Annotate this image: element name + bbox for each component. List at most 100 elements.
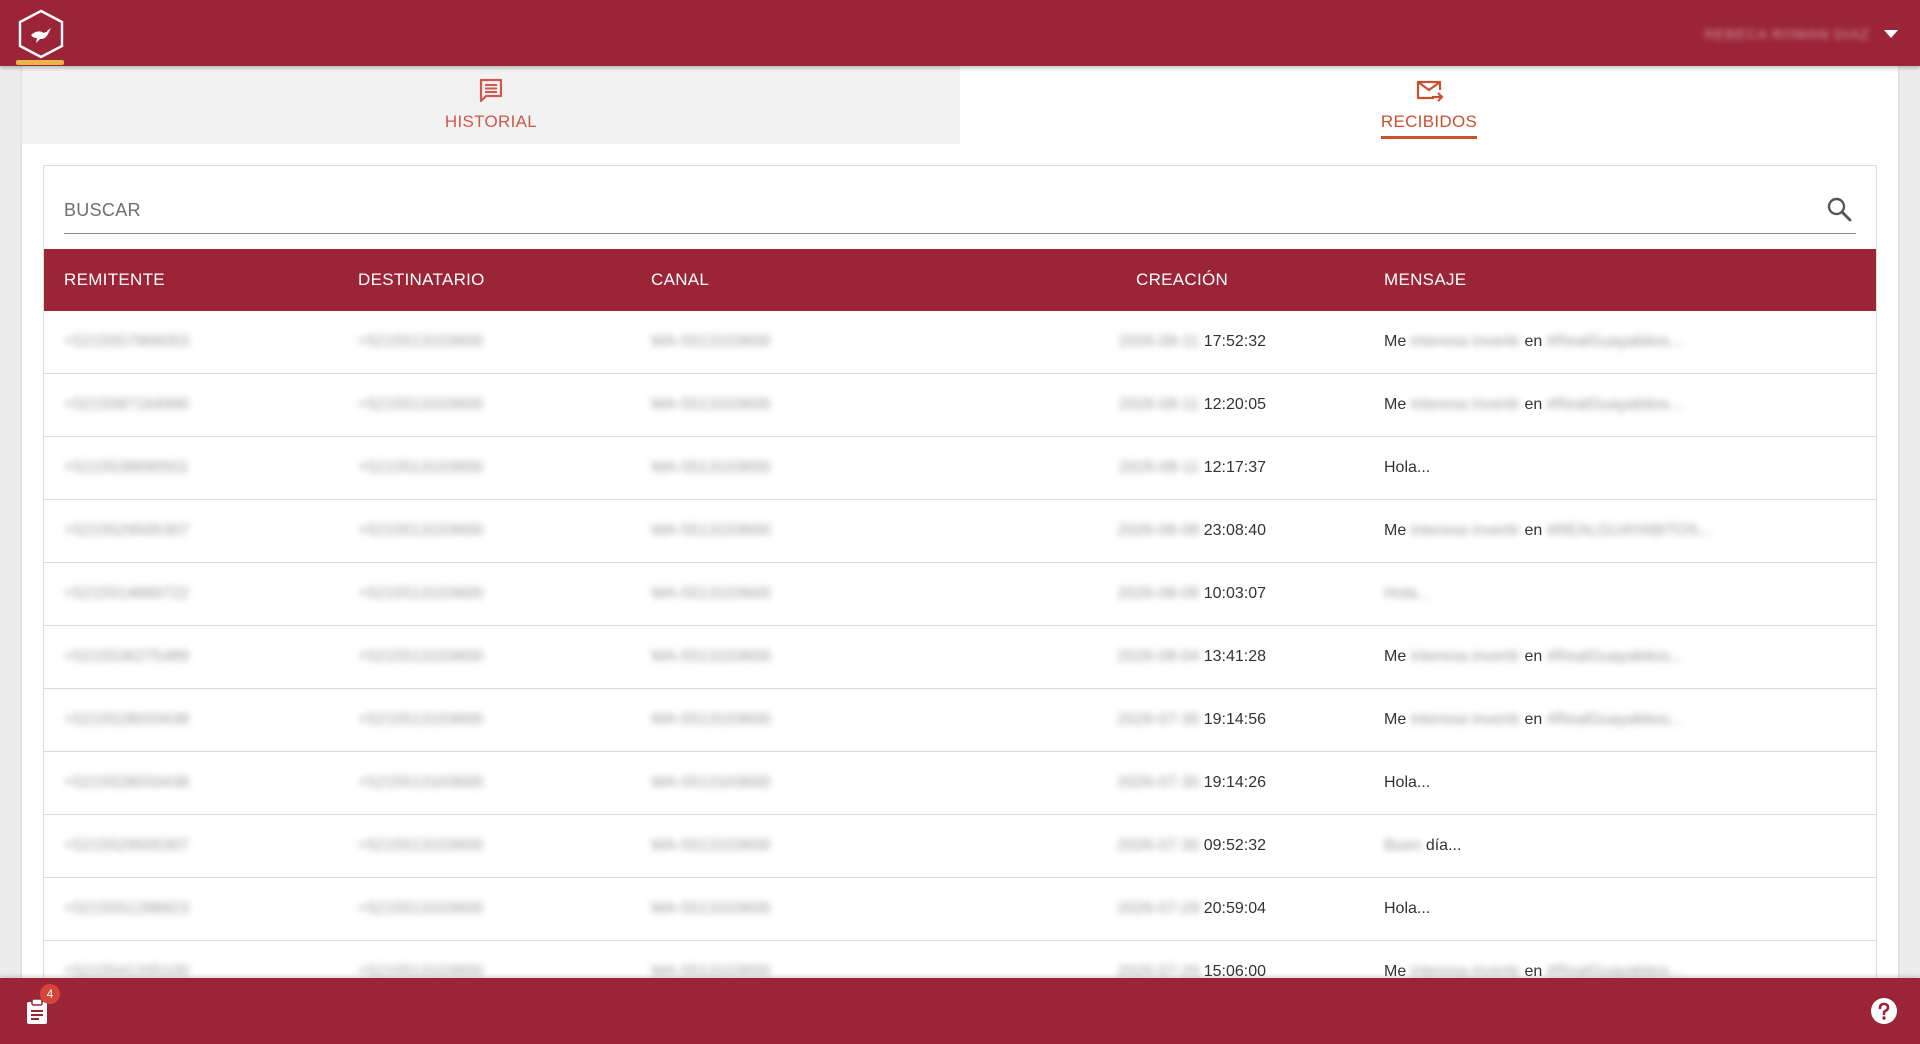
mensaje-part: en bbox=[1524, 711, 1543, 728]
mensaje-part: en bbox=[1524, 333, 1543, 350]
column-header-mensaje[interactable]: MENSAJE bbox=[1384, 249, 1466, 311]
cell-canal: WA-5513103600 bbox=[651, 963, 771, 978]
mensaje-part: Me bbox=[1384, 711, 1407, 728]
mensaje-part: interesa invertir bbox=[1410, 711, 1521, 728]
cell-canal: WA-5513103600 bbox=[651, 585, 771, 602]
cell-canal: WA-5513103600 bbox=[651, 774, 771, 791]
column-header-creacion[interactable]: CREACIÓN bbox=[1136, 249, 1228, 311]
cell-creacion-date: 2026-08-08 bbox=[1117, 522, 1200, 539]
mensaje-part: Hola... bbox=[1384, 900, 1431, 917]
cell-creacion-date: 2026-07-30 bbox=[1117, 774, 1200, 791]
table-row[interactable]: +5215557966053 +5215513103600 WA-551310360… bbox=[44, 311, 1876, 374]
cell-remitente: +5215536275489 bbox=[64, 648, 190, 665]
cell-mensaje: Me interesa invertir en #RealGuayabitos.… bbox=[1384, 374, 1683, 436]
cell-creacion-date: 2026-08-11 bbox=[1118, 396, 1200, 413]
cell-destinatario: +5215513103600 bbox=[358, 396, 484, 413]
cell-mensaje: Me interesa invertir en #REALGUAYABITOS.… bbox=[1384, 500, 1712, 562]
cell-creacion: 2026-07-30 19:14:56 bbox=[1096, 689, 1266, 751]
user-name[interactable]: REBECA ROMAN DIAZ bbox=[1704, 26, 1870, 42]
cell-creacion: 2026-08-06 10:03:07 bbox=[1096, 563, 1266, 625]
tab-recibidos[interactable]: RECIBIDOS bbox=[960, 66, 1898, 144]
cell-remitente: +5215528033438 bbox=[64, 711, 190, 728]
table-row[interactable]: +5215528033438 +5215513103600 WA-551310360… bbox=[44, 689, 1876, 752]
tab-historial[interactable]: HISTORIAL bbox=[22, 66, 960, 144]
cell-destinatario: +5215513103600 bbox=[358, 711, 484, 728]
column-header-canal[interactable]: CANAL bbox=[651, 249, 709, 311]
cell-destinatario: +5215513103600 bbox=[358, 774, 484, 791]
cell-creacion-date: 2026-08-11 bbox=[1118, 333, 1200, 350]
cell-creacion-time: 12:20:05 bbox=[1203, 396, 1266, 413]
cell-creacion-date: 2026-07-29 bbox=[1117, 900, 1200, 917]
cell-remitente: +5215587164990 bbox=[64, 396, 190, 413]
table-row[interactable]: +5215514889722 +5215513103600 WA-551310360… bbox=[44, 563, 1876, 626]
table-row[interactable]: +5215536275489 +5215513103600 WA-551310360… bbox=[44, 626, 1876, 689]
mensaje-part: en bbox=[1524, 522, 1543, 539]
cell-canal: WA-5513103600 bbox=[651, 459, 771, 476]
mensaje-part: Hola... bbox=[1384, 585, 1431, 602]
mensaje-part: Me bbox=[1384, 333, 1407, 350]
cell-creacion-time: 13:41:28 bbox=[1203, 648, 1266, 665]
cell-mensaje: Me interesa invertir en #RealGuayabitos.… bbox=[1384, 626, 1683, 688]
table-row[interactable]: +5215551288823 +5215513103600 WA-551310360… bbox=[44, 878, 1876, 941]
cell-creacion: 2026-08-11 12:20:05 bbox=[1096, 374, 1266, 436]
cell-destinatario: +5215513103600 bbox=[358, 900, 484, 917]
cell-destinatario: +5215513103600 bbox=[358, 333, 484, 350]
cell-canal: WA-5513103600 bbox=[651, 711, 771, 728]
table-row[interactable]: +5215529505307 +5215513103600 WA-551310360… bbox=[44, 500, 1876, 563]
cell-creacion-time: 19:14:26 bbox=[1203, 774, 1266, 791]
cell-mensaje: Me interesa invertir en #RealGuayabitos.… bbox=[1384, 941, 1683, 978]
cell-destinatario: +5215513103600 bbox=[358, 522, 484, 539]
mensaje-part: interesa invertir bbox=[1410, 396, 1521, 413]
search-icon[interactable] bbox=[1826, 196, 1852, 222]
cell-creacion-date: 2026-07-29 bbox=[1117, 963, 1200, 978]
cell-canal: WA-5513103600 bbox=[651, 522, 771, 539]
cell-creacion: 2026-08-04 13:41:28 bbox=[1096, 626, 1266, 688]
notification-badge: 4 bbox=[40, 984, 60, 1004]
cell-creacion-date: 2026-08-11 bbox=[1118, 459, 1200, 476]
caret-down-icon[interactable] bbox=[1884, 30, 1898, 38]
tab-label: RECIBIDOS bbox=[1380, 112, 1478, 139]
search-input[interactable] bbox=[64, 188, 1856, 232]
cell-creacion-date: 2026-07-30 bbox=[1117, 711, 1200, 728]
tab-bar: HISTORIAL RECIBIDOS bbox=[22, 66, 1898, 144]
cell-creacion: 2026-07-30 09:52:32 bbox=[1096, 815, 1266, 877]
column-header-destinatario[interactable]: DESTINATARIO bbox=[358, 249, 485, 311]
cell-creacion-time: 10:03:07 bbox=[1203, 585, 1266, 602]
cell-remitente: +5215551288823 bbox=[64, 900, 190, 917]
table-body: +5215557966053 +5215513103600 WA-551310360… bbox=[44, 311, 1876, 978]
mensaje-part: Me bbox=[1384, 396, 1407, 413]
mensaje-part: interesa invertir bbox=[1410, 333, 1521, 350]
mensaje-part: Me bbox=[1384, 522, 1407, 539]
table-row[interactable]: +5215538690501 +5215513103600 WA-551310360… bbox=[44, 437, 1876, 500]
column-header-remitente[interactable]: REMITENTE bbox=[64, 249, 165, 311]
mail-forward-icon bbox=[1416, 80, 1444, 102]
app-logo-icon[interactable] bbox=[16, 6, 66, 61]
table-row[interactable]: +5215587164990 +5215513103600 WA-551310360… bbox=[44, 374, 1876, 437]
cell-canal: WA-5513103600 bbox=[651, 837, 771, 854]
cell-mensaje: Hola... bbox=[1384, 878, 1430, 940]
cell-creacion: 2026-08-11 17:52:32 bbox=[1096, 311, 1266, 373]
cell-destinatario: +5215513103600 bbox=[358, 585, 484, 602]
cell-creacion-date: 2026-08-06 bbox=[1117, 585, 1200, 602]
table-row[interactable]: +5215529505307 +5215513103600 WA-551310360… bbox=[44, 815, 1876, 878]
active-home-indicator bbox=[16, 60, 64, 65]
cell-destinatario: +5215513103600 bbox=[358, 648, 484, 665]
cell-creacion: 2026-07-30 19:14:26 bbox=[1096, 752, 1266, 814]
mensaje-part: Me bbox=[1384, 648, 1407, 665]
mensaje-part: en bbox=[1524, 648, 1543, 665]
cell-remitente: +5215557966053 bbox=[64, 333, 190, 350]
cell-creacion-time: 09:52:32 bbox=[1203, 837, 1266, 854]
table-row[interactable]: +5215528033438 +5215513103600 WA-551310360… bbox=[44, 752, 1876, 815]
table-row[interactable]: +5215541335100 +5215513103600 WA-551310360… bbox=[44, 941, 1876, 978]
cell-remitente: +5215529505307 bbox=[64, 522, 190, 539]
cell-creacion: 2026-07-29 20:59:04 bbox=[1096, 878, 1266, 940]
mensaje-part: en bbox=[1524, 963, 1543, 978]
cell-destinatario: +5215513103600 bbox=[358, 837, 484, 854]
mensaje-part: Me bbox=[1384, 963, 1407, 978]
mensaje-part: Hola... bbox=[1384, 774, 1431, 791]
help-icon[interactable] bbox=[1870, 997, 1898, 1025]
user-menu[interactable]: REBECA ROMAN DIAZ bbox=[1704, 24, 1898, 44]
mensaje-part: interesa invertir bbox=[1410, 648, 1521, 665]
mensaje-part: día... bbox=[1425, 837, 1462, 854]
cell-mensaje: Hola... bbox=[1384, 563, 1430, 625]
